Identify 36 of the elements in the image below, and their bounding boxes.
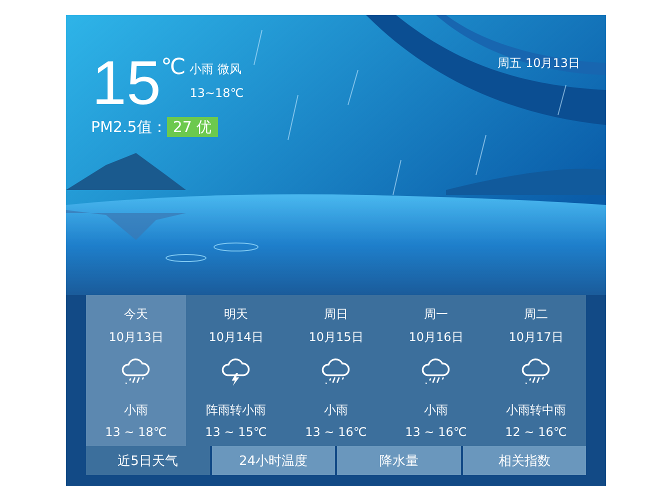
day-temperature: 13 ~ 18℃ — [105, 425, 167, 439]
forecast-day[interactable]: 今天 10月13日 小雨 13 ~ 18℃ — [86, 295, 186, 446]
day-name: 周一 — [424, 306, 448, 323]
day-condition: 阵雨转小雨 — [206, 402, 266, 419]
day-name: 周二 — [524, 306, 548, 323]
temperature-range: 13~18℃ — [190, 86, 244, 100]
tab[interactable]: 降水量 — [337, 446, 460, 475]
day-name: 今天 — [124, 306, 148, 323]
current-temperature: 15 — [92, 53, 161, 115]
day-date: 10月14日 — [208, 329, 264, 346]
day-temperature: 13 ~ 15℃ — [205, 425, 267, 439]
pm25-value: 27 优 — [166, 117, 218, 137]
day-temperature: 13 ~ 16℃ — [305, 425, 367, 439]
forecast-day[interactable]: 周一 10月16日 小雨 13 ~ 16℃ — [386, 295, 486, 446]
tab[interactable]: 近5日天气 — [86, 446, 210, 475]
tab[interactable]: 相关指数 — [462, 446, 586, 475]
temperature-unit: ℃ — [160, 55, 186, 80]
day-date: 10月13日 — [108, 329, 164, 346]
day-condition: 小雨 — [324, 402, 348, 419]
day-date: 10月17日 — [508, 329, 564, 346]
day-condition: 小雨转中雨 — [506, 402, 566, 419]
day-condition: 小雨 — [124, 402, 148, 419]
day-name: 明天 — [224, 306, 248, 323]
forecast-day[interactable]: 周日 10月15日 小雨 13 ~ 16℃ — [286, 295, 386, 446]
current-condition: 小雨 微风 — [190, 61, 243, 78]
day-date: 10月16日 — [408, 329, 464, 346]
forecast-day[interactable]: 周二 10月17日 小雨转中雨 12 ~ 16℃ — [486, 295, 586, 446]
day-date: 10月15日 — [308, 329, 364, 346]
pm25-label: PM2.5值： — [91, 118, 167, 136]
day-condition: 小雨 — [424, 402, 448, 419]
current-date: 周五 10月13日 — [498, 55, 580, 72]
forecast-day[interactable]: 明天 10月14日 阵雨转小雨 13 ~ 15℃ — [186, 295, 286, 446]
day-temperature: 12 ~ 16℃ — [505, 425, 567, 439]
day-name: 周日 — [324, 306, 348, 323]
day-temperature: 13 ~ 16℃ — [405, 425, 467, 439]
tab[interactable]: 24小时温度 — [212, 446, 335, 475]
